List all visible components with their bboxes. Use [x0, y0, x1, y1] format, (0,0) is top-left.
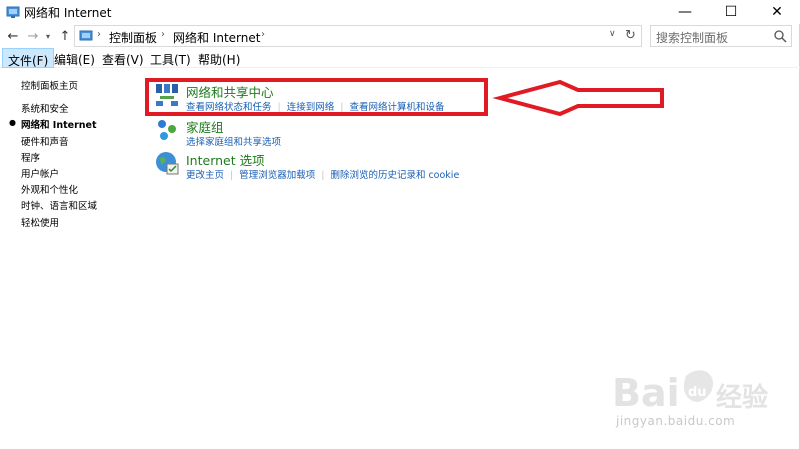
- svg-text:Bai: Bai: [612, 371, 680, 415]
- sidebar-item-programs[interactable]: 程序: [21, 150, 40, 164]
- search-placeholder: 搜索控制面板: [656, 31, 729, 45]
- sidebar-item-clock-language-region[interactable]: 时钟、语言和区域: [21, 198, 97, 212]
- link-divider: |: [321, 170, 325, 181]
- address-row: ← → ▾ ↑ › 控制面板 › 网络和 Internet › ∨ ↻ 搜索控制…: [0, 24, 800, 48]
- link-divider: |: [230, 170, 234, 181]
- sidebar-item-control-panel-home[interactable]: 控制面板主页: [21, 78, 78, 92]
- menu-edit[interactable]: 编辑(E): [49, 48, 100, 68]
- up-arrow-icon[interactable]: ↑: [56, 26, 74, 46]
- menu-file[interactable]: 文件(F): [2, 48, 55, 68]
- search-icon[interactable]: [773, 29, 787, 43]
- back-arrow-icon[interactable]: ←: [4, 26, 22, 46]
- recent-locations-chevron-icon[interactable]: ▾: [42, 26, 54, 46]
- window-title: 网络和 Internet: [24, 6, 112, 20]
- sidebar-item-system-security[interactable]: 系统和安全: [21, 101, 69, 115]
- address-bar[interactable]: › 控制面板 › 网络和 Internet › ∨ ↻: [74, 25, 642, 47]
- title-bar: 网络和 Internet — ☐ ✕: [0, 0, 800, 24]
- menu-view[interactable]: 查看(V): [97, 48, 149, 68]
- minimize-button[interactable]: —: [662, 0, 708, 24]
- link-manage-addons[interactable]: 管理浏览器加载项: [239, 170, 315, 181]
- sidebar: 控制面板主页 系统和安全 ● 网络和 Internet 硬件和声音 程序 用户帐…: [0, 70, 140, 450]
- breadcrumb-network-internet[interactable]: 网络和 Internet: [173, 29, 260, 46]
- maximize-button[interactable]: ☐: [708, 0, 754, 24]
- svg-text:经验: 经验: [716, 382, 768, 413]
- baidu-watermark-logo: Bai du 经验: [612, 370, 768, 415]
- breadcrumb-control-panel[interactable]: 控制面板: [109, 29, 157, 46]
- sidebar-item-appearance[interactable]: 外观和个性化: [21, 182, 78, 196]
- forward-arrow-icon[interactable]: →: [24, 26, 42, 46]
- sidebar-item-network-internet[interactable]: 网络和 Internet: [21, 117, 97, 131]
- sidebar-item-ease-of-access[interactable]: 轻松使用: [21, 215, 59, 229]
- category-links: 更改主页 | 管理浏览器加载项 | 删除浏览的历史记录和 cookie: [186, 167, 459, 181]
- category-links: 选择家庭组和共享选项: [186, 134, 281, 148]
- breadcrumb-separator-icon[interactable]: ›: [97, 29, 101, 40]
- watermark-url: jingyan.baidu.com: [616, 414, 736, 428]
- annotation-arrow-icon: [492, 79, 664, 117]
- link-homegroup-sharing-options[interactable]: 选择家庭组和共享选项: [186, 137, 281, 148]
- breadcrumb-separator-icon[interactable]: ›: [161, 29, 165, 40]
- annotation-highlight-box: [145, 78, 488, 116]
- svg-text:du: du: [688, 385, 707, 400]
- link-delete-history-cookies[interactable]: 删除浏览的历史记录和 cookie: [330, 170, 459, 181]
- link-change-homepage[interactable]: 更改主页: [186, 170, 224, 181]
- control-panel-icon: [6, 6, 20, 18]
- breadcrumb-separator-icon[interactable]: ›: [261, 29, 265, 40]
- sidebar-item-hardware-sound[interactable]: 硬件和声音: [21, 134, 69, 148]
- control-panel-icon: [79, 30, 93, 41]
- control-panel-window: 网络和 Internet — ☐ ✕ ← → ▾ ↑ › 控制面板 › 网络和 …: [0, 0, 800, 450]
- internet-options-icon: [156, 152, 179, 175]
- menu-help[interactable]: 帮助(H): [193, 48, 245, 68]
- close-button[interactable]: ✕: [754, 0, 800, 24]
- current-item-bullet-icon: ●: [9, 118, 16, 127]
- sidebar-item-user-accounts[interactable]: 用户帐户: [21, 166, 59, 180]
- homegroup-icon: [158, 120, 176, 140]
- menu-tools[interactable]: 工具(T): [145, 48, 196, 68]
- address-dropdown-chevron-icon[interactable]: ∨: [609, 29, 616, 39]
- refresh-icon[interactable]: ↻: [625, 28, 636, 43]
- search-input[interactable]: 搜索控制面板: [650, 25, 792, 47]
- menu-bar: 文件(F) 编辑(E) 查看(V) 工具(T) 帮助(H): [0, 48, 800, 68]
